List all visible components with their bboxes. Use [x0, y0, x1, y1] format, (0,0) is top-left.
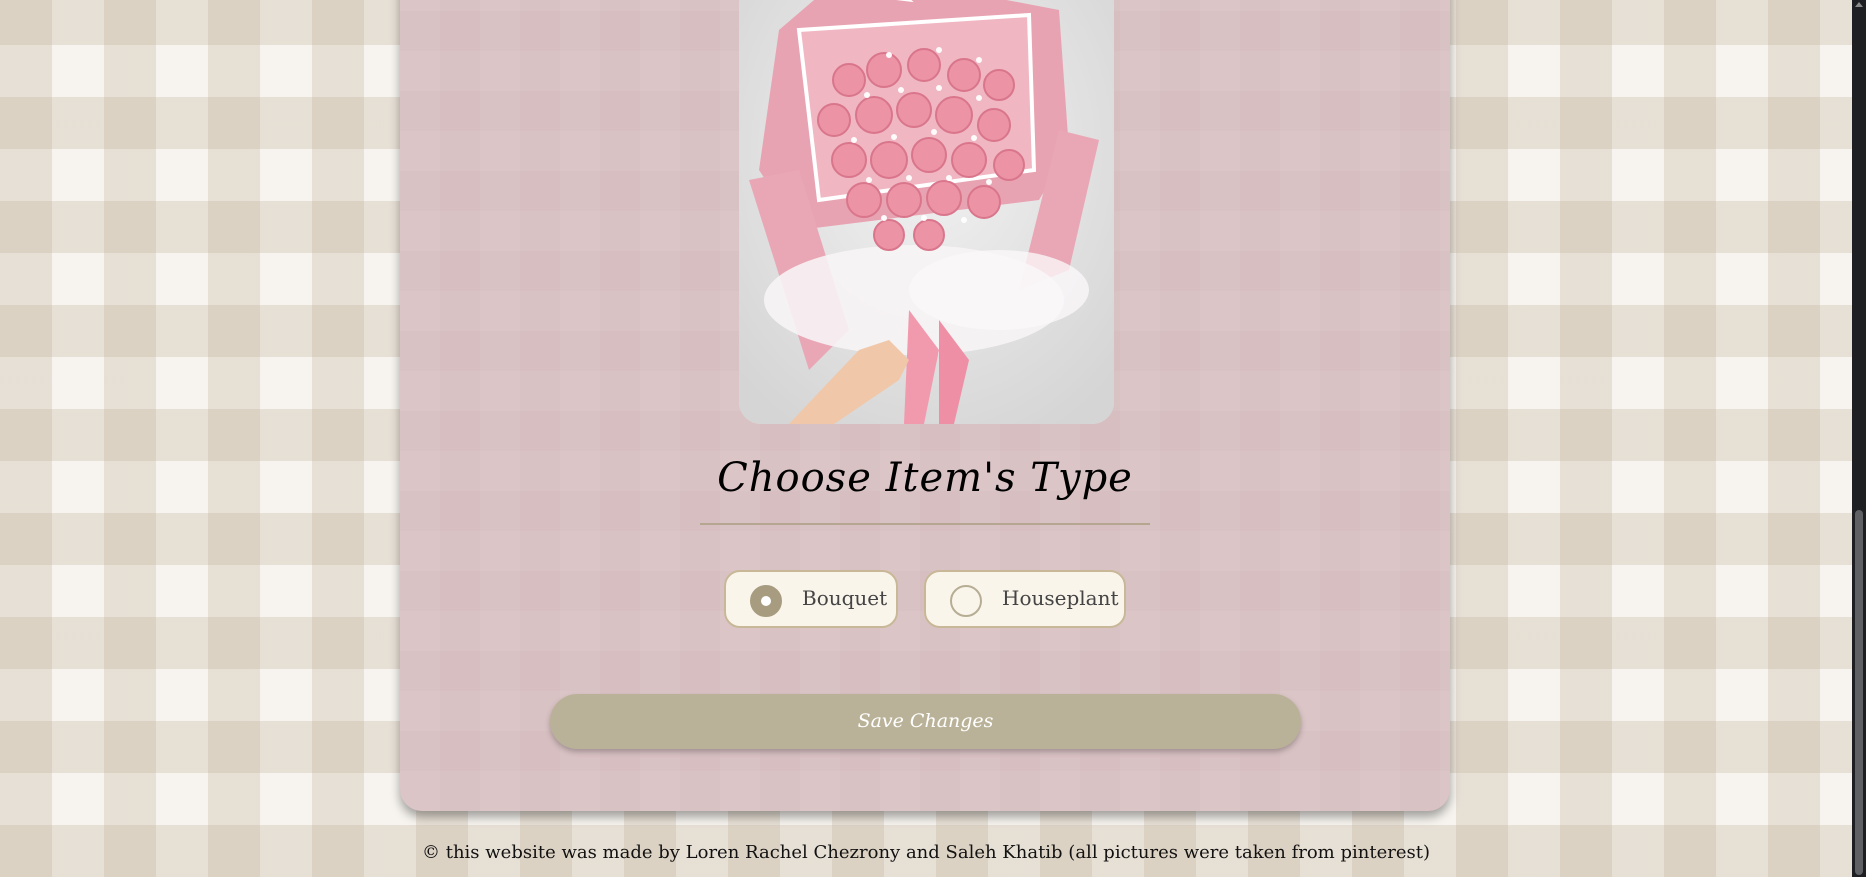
radio-option-bouquet[interactable]: Bouquet [724, 570, 898, 628]
bouquet-image [739, 0, 1114, 424]
item-photo [739, 0, 1114, 424]
radio-button-houseplant[interactable] [950, 585, 982, 617]
title-divider [700, 523, 1150, 525]
edit-item-card: Choose Item's Type Bouquet Houseplant Sa… [400, 0, 1450, 811]
radio-label-bouquet: Bouquet [802, 586, 888, 610]
footer-credits: © this website was made by Loren Rachel … [422, 842, 1430, 863]
page-scrollbar[interactable] [1852, 0, 1866, 877]
radio-button-bouquet[interactable] [750, 585, 782, 617]
radio-option-houseplant[interactable]: Houseplant [924, 570, 1126, 628]
scrollbar-thumb[interactable] [1855, 510, 1863, 875]
save-changes-button[interactable]: Save Changes [550, 694, 1301, 749]
radio-selected-dot [761, 596, 771, 606]
item-type-title: Choose Item's Type [717, 455, 1133, 501]
radio-label-houseplant: Houseplant [1002, 586, 1119, 610]
scroll-up-arrow-icon[interactable] [1855, 2, 1863, 7]
